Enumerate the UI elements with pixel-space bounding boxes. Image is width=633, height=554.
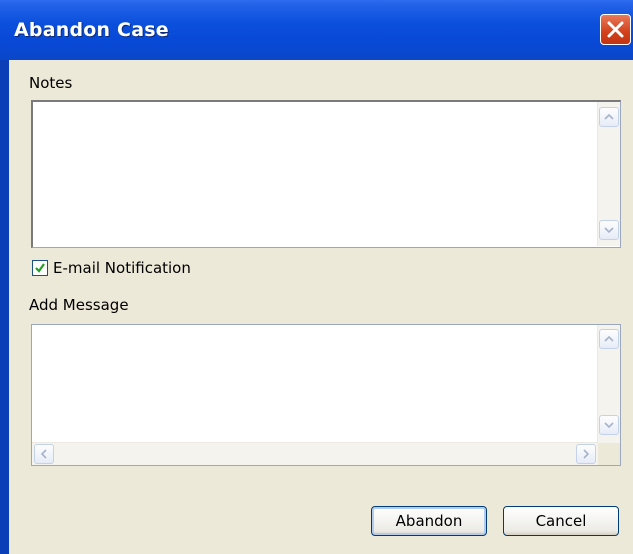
email-notification-label[interactable]: E-mail Notification	[53, 259, 191, 277]
abandon-button[interactable]: Abandon	[371, 506, 487, 536]
dialog-content: Notes E-mail Notification Add Message Ab…	[9, 60, 633, 554]
message-scroll-right-button[interactable]	[576, 444, 596, 464]
message-scroll-up-button[interactable]	[599, 329, 619, 349]
message-textarea[interactable]	[31, 324, 621, 466]
email-notification-checkbox[interactable]	[32, 260, 48, 276]
chevron-up-icon	[604, 114, 614, 120]
scrollbar-corner	[598, 443, 620, 465]
chevron-right-icon	[583, 449, 589, 459]
message-vertical-scrollbar[interactable]	[597, 325, 620, 443]
chevron-left-icon	[41, 449, 47, 459]
message-horizontal-scrollbar[interactable]	[32, 442, 598, 465]
notes-scroll-up-button[interactable]	[599, 107, 619, 127]
message-scroll-down-button[interactable]	[599, 415, 619, 435]
notes-scroll-down-button[interactable]	[599, 220, 619, 240]
notes-label: Notes	[29, 74, 73, 92]
notes-textarea[interactable]	[31, 100, 621, 248]
close-button[interactable]	[600, 14, 631, 45]
notes-vertical-scrollbar[interactable]	[597, 102, 620, 246]
close-icon	[607, 21, 624, 38]
window-title: Abandon Case	[14, 19, 169, 41]
add-message-label: Add Message	[29, 296, 129, 314]
title-bar[interactable]: Abandon Case	[0, 0, 633, 60]
message-scroll-left-button[interactable]	[34, 444, 54, 464]
chevron-down-icon	[604, 422, 614, 428]
chevron-down-icon	[604, 227, 614, 233]
window-frame-left	[0, 60, 9, 554]
checkmark-icon	[35, 263, 45, 273]
chevron-up-icon	[604, 336, 614, 342]
cancel-button[interactable]: Cancel	[503, 506, 619, 536]
